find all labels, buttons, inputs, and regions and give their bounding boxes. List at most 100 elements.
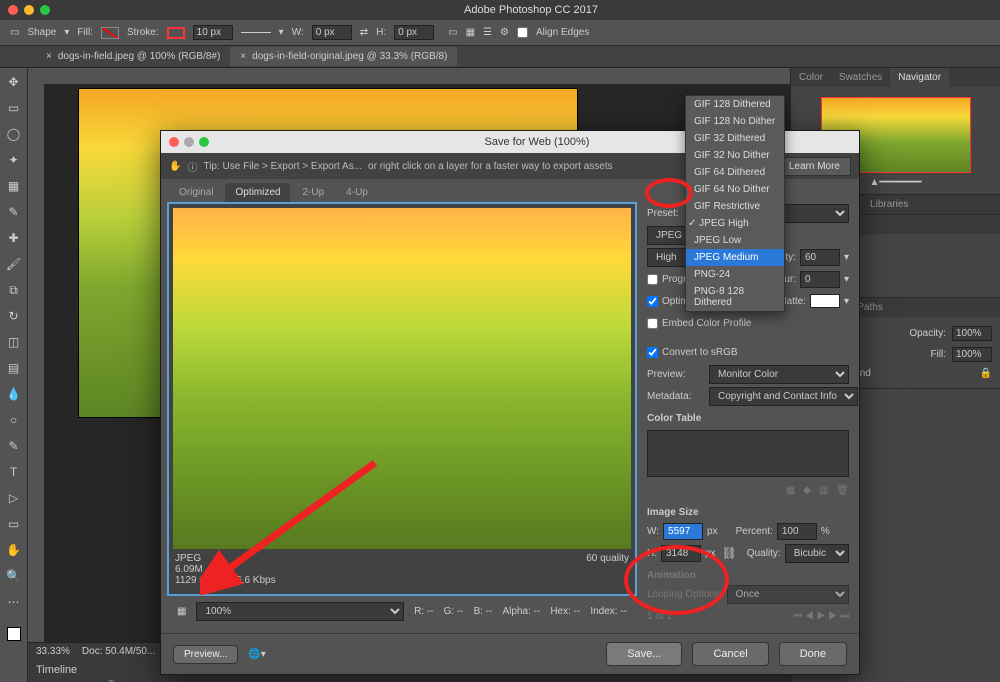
ruler-h: [28, 68, 790, 84]
percent-input[interactable]: [777, 523, 817, 540]
arrange-icon[interactable]: ☰: [483, 27, 492, 38]
h-input[interactable]: [394, 25, 434, 40]
preset-option[interactable]: GIF 128 Dithered: [686, 96, 784, 113]
tab-color[interactable]: Color: [791, 68, 831, 87]
tab-original[interactable]: Original: [169, 183, 223, 202]
zoom-select[interactable]: 100%: [196, 602, 404, 621]
pen-tool[interactable]: ✎: [4, 436, 24, 456]
hand-tool-icon[interactable]: ✋: [169, 161, 181, 172]
opacity-input[interactable]: [952, 326, 992, 341]
tab-optimized[interactable]: Optimized: [225, 183, 290, 202]
close-tab-icon[interactable]: ×: [240, 51, 246, 62]
lasso-tool[interactable]: ◯: [4, 124, 24, 144]
save-button[interactable]: Save...: [606, 642, 682, 666]
wand-tool[interactable]: ✦: [4, 150, 24, 170]
quality-input[interactable]: [800, 249, 840, 266]
heal-tool[interactable]: ✚: [4, 228, 24, 248]
stroke-style-icon[interactable]: [241, 32, 271, 33]
zoom-readout[interactable]: 33.33%: [36, 646, 70, 657]
maximize-icon[interactable]: [40, 5, 50, 15]
crop-tool[interactable]: ▦: [4, 176, 24, 196]
b-readout: B: --: [474, 606, 493, 617]
preset-option[interactable]: PNG-24: [686, 266, 784, 283]
marquee-tool[interactable]: ▭: [4, 98, 24, 118]
preset-option[interactable]: GIF Restrictive: [686, 198, 784, 215]
minimize-icon[interactable]: [24, 5, 34, 15]
maximize-icon[interactable]: [199, 137, 209, 147]
type-tool[interactable]: T: [4, 462, 24, 482]
history-brush-tool[interactable]: ↻: [4, 306, 24, 326]
hand-tool[interactable]: ✋: [4, 540, 24, 560]
edit-toolbar[interactable]: ⋯: [4, 592, 24, 612]
prev-frame-icon: ◀: [805, 611, 814, 622]
preset-option[interactable]: GIF 64 Dithered: [686, 164, 784, 181]
brush-tool[interactable]: 🖌: [4, 254, 24, 274]
close-icon[interactable]: [169, 137, 179, 147]
convert-srgb-checkbox[interactable]: [647, 347, 658, 358]
preset-option[interactable]: GIF 64 No Dither: [686, 181, 784, 198]
tab-swatches[interactable]: Swatches: [831, 68, 890, 87]
path-select-tool[interactable]: ▷: [4, 488, 24, 508]
stroke-swatch[interactable]: [167, 27, 185, 39]
tab-doc2[interactable]: × dogs-in-field-original.jpeg @ 33.3% (R…: [230, 47, 457, 66]
metadata-select[interactable]: Copyright and Contact Info: [709, 387, 858, 406]
preview-box[interactable]: JPEG 6.09M 1129 sec @ 56.6 Kbps 60 quali…: [167, 202, 637, 596]
gear-icon[interactable]: ⚙: [500, 27, 509, 38]
height-input[interactable]: [661, 545, 701, 562]
preset-option[interactable]: ✓ JPEG High: [686, 215, 784, 232]
shape-label[interactable]: Shape: [27, 27, 56, 38]
shape-tool[interactable]: ▭: [4, 514, 24, 534]
preset-option-selected[interactable]: JPEG Medium: [686, 249, 784, 266]
fill-swatch[interactable]: [101, 27, 119, 39]
matte-swatch[interactable]: [810, 294, 840, 308]
grid-icon[interactable]: ▦: [177, 606, 186, 617]
eyedropper-tool[interactable]: ✎: [4, 202, 24, 222]
fill-input[interactable]: [952, 347, 992, 362]
done-button[interactable]: Done: [779, 642, 847, 666]
preset-option[interactable]: GIF 128 No Dither: [686, 113, 784, 130]
move-tool[interactable]: ✥: [4, 72, 24, 92]
learn-more-button[interactable]: Learn More: [778, 157, 851, 176]
fg-color-swatch[interactable]: [7, 627, 21, 641]
preset-option[interactable]: GIF 32 No Dither: [686, 147, 784, 164]
progressive-checkbox[interactable]: [647, 274, 658, 285]
align-edges-checkbox[interactable]: [517, 27, 528, 38]
tab-4up[interactable]: 4-Up: [336, 183, 378, 202]
dodge-tool[interactable]: ○: [4, 410, 24, 430]
ruler-v: [28, 68, 44, 682]
close-icon[interactable]: [8, 5, 18, 15]
gradient-tool[interactable]: ▤: [4, 358, 24, 378]
alpha-readout: Alpha: --: [503, 606, 541, 617]
hex-readout: Hex: --: [550, 606, 580, 617]
link-icon[interactable]: ⇄: [360, 27, 368, 38]
align-icon[interactable]: ▦: [466, 27, 475, 38]
zoom-tool[interactable]: 🔍: [4, 566, 24, 586]
close-tab-icon[interactable]: ×: [46, 51, 52, 62]
clone-tool[interactable]: ⧉: [4, 280, 24, 300]
cancel-button[interactable]: Cancel: [692, 642, 768, 666]
resample-select[interactable]: Bicubic: [785, 544, 849, 563]
tab-2up[interactable]: 2-Up: [292, 183, 334, 202]
eraser-tool[interactable]: ◫: [4, 332, 24, 352]
tab-libraries[interactable]: Libraries: [862, 195, 916, 214]
preset-option[interactable]: JPEG Low: [686, 232, 784, 249]
embed-profile-checkbox[interactable]: [647, 318, 658, 329]
w-input[interactable]: [312, 25, 352, 40]
preset-option[interactable]: GIF 32 Dithered: [686, 130, 784, 147]
color-table: [647, 430, 849, 477]
link-icon[interactable]: ⛓: [722, 546, 737, 560]
stroke-width-input[interactable]: [193, 25, 233, 40]
preview-button[interactable]: Preview...: [173, 645, 238, 664]
optimized-checkbox[interactable]: [647, 296, 658, 307]
tab-doc1[interactable]: × dogs-in-field.jpeg @ 100% (RGB/8#): [36, 47, 230, 66]
width-input[interactable]: [663, 523, 703, 540]
path-ops-icon[interactable]: ▭: [448, 27, 457, 38]
blur-input[interactable]: [800, 271, 840, 288]
blur-tool[interactable]: 💧: [4, 384, 24, 404]
browser-icon[interactable]: 🌐▾: [248, 649, 265, 660]
preset-option[interactable]: PNG-8 128 Dithered: [686, 283, 784, 311]
preview-select[interactable]: Monitor Color: [709, 365, 849, 384]
tab-navigator[interactable]: Navigator: [890, 68, 949, 87]
fill-label: Fill:: [77, 27, 93, 38]
tool-preset-icon[interactable]: ▭: [10, 27, 19, 38]
